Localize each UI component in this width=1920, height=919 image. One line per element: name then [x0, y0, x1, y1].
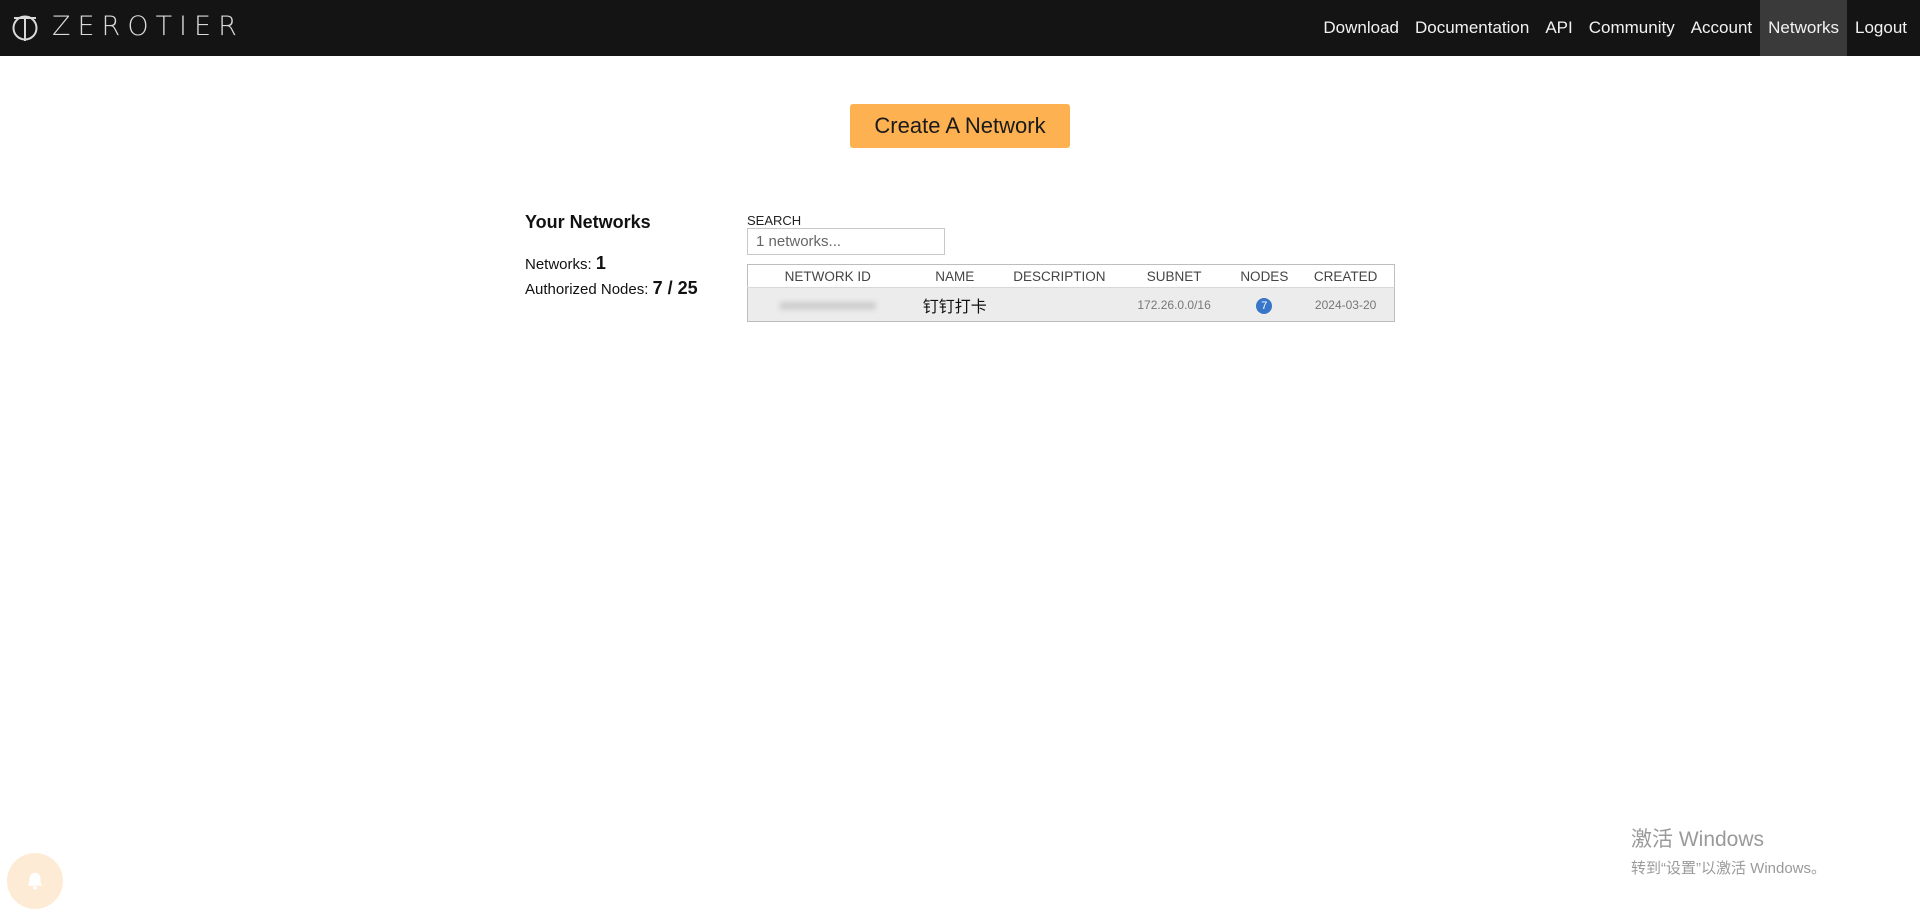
- network-nodes-cell: 7: [1231, 287, 1298, 322]
- watermark-subtitle: 转到“设置”以激活 Windows。: [1631, 860, 1827, 877]
- column-header-network-id[interactable]: NETWORK ID: [747, 264, 908, 288]
- nav-networks[interactable]: Networks: [1760, 0, 1847, 56]
- bell-icon: [27, 872, 43, 890]
- column-header-nodes[interactable]: NODES: [1231, 264, 1298, 288]
- watermark-title: 激活 Windows: [1631, 828, 1765, 851]
- column-header-name[interactable]: NAME: [907, 264, 1002, 288]
- networks-summary: Your Networks Networks: 1 Authorized Nod…: [525, 212, 725, 299]
- authorized-nodes-label: Authorized Nodes:: [525, 281, 649, 298]
- networks-count-value: 1: [595, 253, 606, 273]
- nav-api[interactable]: API: [1537, 0, 1580, 56]
- top-navbar: ZEROTIER Download Documentation API Comm…: [0, 0, 1920, 56]
- networks-count-label: Networks:: [525, 256, 592, 273]
- brand-logo-link[interactable]: ZEROTIER: [10, 0, 244, 56]
- column-header-description[interactable]: DESCRIPTION: [1001, 264, 1117, 288]
- network-id-redacted: xxxxxxxxxxxxxxxx: [779, 297, 876, 312]
- search-label: SEARCH: [747, 213, 802, 228]
- authorized-nodes-value: 7 / 25: [652, 278, 698, 298]
- zerotier-logo-icon: [12, 15, 38, 41]
- network-description-cell: [1001, 287, 1117, 322]
- create-network-button[interactable]: Create A Network: [850, 104, 1070, 148]
- nav-community[interactable]: Community: [1581, 0, 1683, 56]
- network-search-input[interactable]: [747, 228, 945, 255]
- nav-documentation[interactable]: Documentation: [1407, 0, 1537, 56]
- authorized-nodes-line: Authorized Nodes: 7 / 25: [525, 278, 725, 299]
- column-header-subnet[interactable]: SUBNET: [1116, 264, 1232, 288]
- networks-table: NETWORK ID NAME DESCRIPTION SUBNET NODES…: [747, 264, 1395, 322]
- main-nav: Download Documentation API Community Acc…: [1315, 0, 1920, 56]
- windows-activation-watermark: 激活 Windows 转到“设置”以激活 Windows。: [1631, 823, 1826, 878]
- network-subnet-cell: 172.26.0.0/16: [1116, 287, 1232, 322]
- network-created-cell: 2024-03-20: [1297, 287, 1395, 322]
- networks-count-line: Networks: 1: [525, 253, 725, 274]
- your-networks-heading: Your Networks: [525, 212, 651, 232]
- nav-download[interactable]: Download: [1315, 0, 1407, 56]
- nav-account[interactable]: Account: [1683, 0, 1760, 56]
- column-header-created[interactable]: CREATED: [1297, 264, 1395, 288]
- network-name-cell[interactable]: 钉钉打卡: [907, 287, 1002, 322]
- nodes-count-badge: 7: [1256, 297, 1273, 314]
- notification-button[interactable]: [7, 853, 63, 909]
- brand-name: ZEROTIER: [52, 10, 244, 42]
- network-id-cell[interactable]: xxxxxxxxxxxxxxxx: [747, 287, 908, 322]
- table-header-row: NETWORK ID NAME DESCRIPTION SUBNET NODES…: [747, 264, 1395, 288]
- nav-logout[interactable]: Logout: [1847, 0, 1920, 56]
- table-row[interactable]: xxxxxxxxxxxxxxxx 钉钉打卡 172.26.0.0/16 7 20…: [747, 287, 1395, 322]
